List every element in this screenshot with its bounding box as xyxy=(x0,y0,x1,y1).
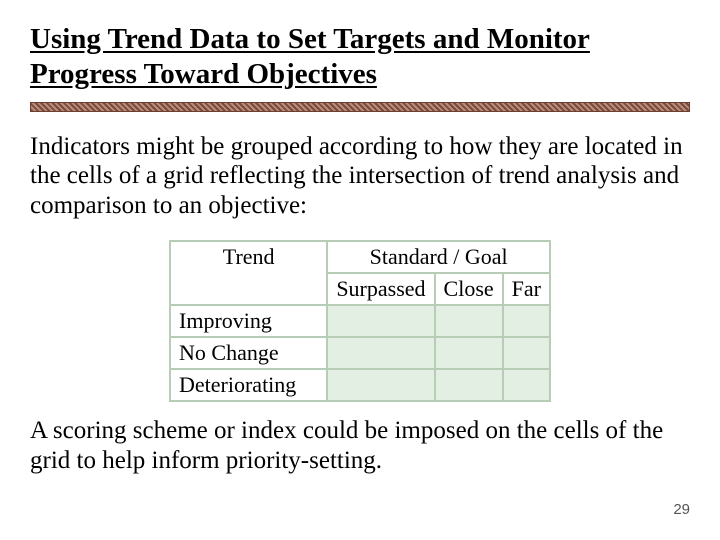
slide: Using Trend Data to Set Targets and Moni… xyxy=(0,0,720,540)
col-header: Far xyxy=(503,273,550,305)
grid-cell xyxy=(503,337,550,369)
corner-cell: Trend xyxy=(170,241,327,305)
grid-cell xyxy=(435,305,503,337)
grid-table: Trend Standard / Goal Surpassed Close Fa… xyxy=(169,240,551,402)
row-header: Improving xyxy=(170,305,327,337)
grid-cell xyxy=(435,337,503,369)
grid-cell xyxy=(503,369,550,401)
table-row: Deteriorating xyxy=(170,369,550,401)
intro-paragraph: Indicators might be grouped according to… xyxy=(30,132,690,221)
col-header: Surpassed xyxy=(327,273,434,305)
col-header: Close xyxy=(435,273,503,305)
row-header: No Change xyxy=(170,337,327,369)
row-header: Deteriorating xyxy=(170,369,327,401)
outro-paragraph: A scoring scheme or index could be impos… xyxy=(30,416,690,475)
grid-cell xyxy=(327,305,434,337)
table-row: Improving xyxy=(170,305,550,337)
page-number: 29 xyxy=(673,501,690,518)
slide-title: Using Trend Data to Set Targets and Moni… xyxy=(30,22,690,92)
table-row: Trend Standard / Goal xyxy=(170,241,550,273)
title-rule xyxy=(30,102,690,112)
grid-cell xyxy=(327,369,434,401)
col-group-header: Standard / Goal xyxy=(327,241,550,273)
grid-cell xyxy=(327,337,434,369)
grid-cell xyxy=(503,305,550,337)
grid-table-wrap: Trend Standard / Goal Surpassed Close Fa… xyxy=(30,240,690,402)
table-row: No Change xyxy=(170,337,550,369)
grid-cell xyxy=(435,369,503,401)
